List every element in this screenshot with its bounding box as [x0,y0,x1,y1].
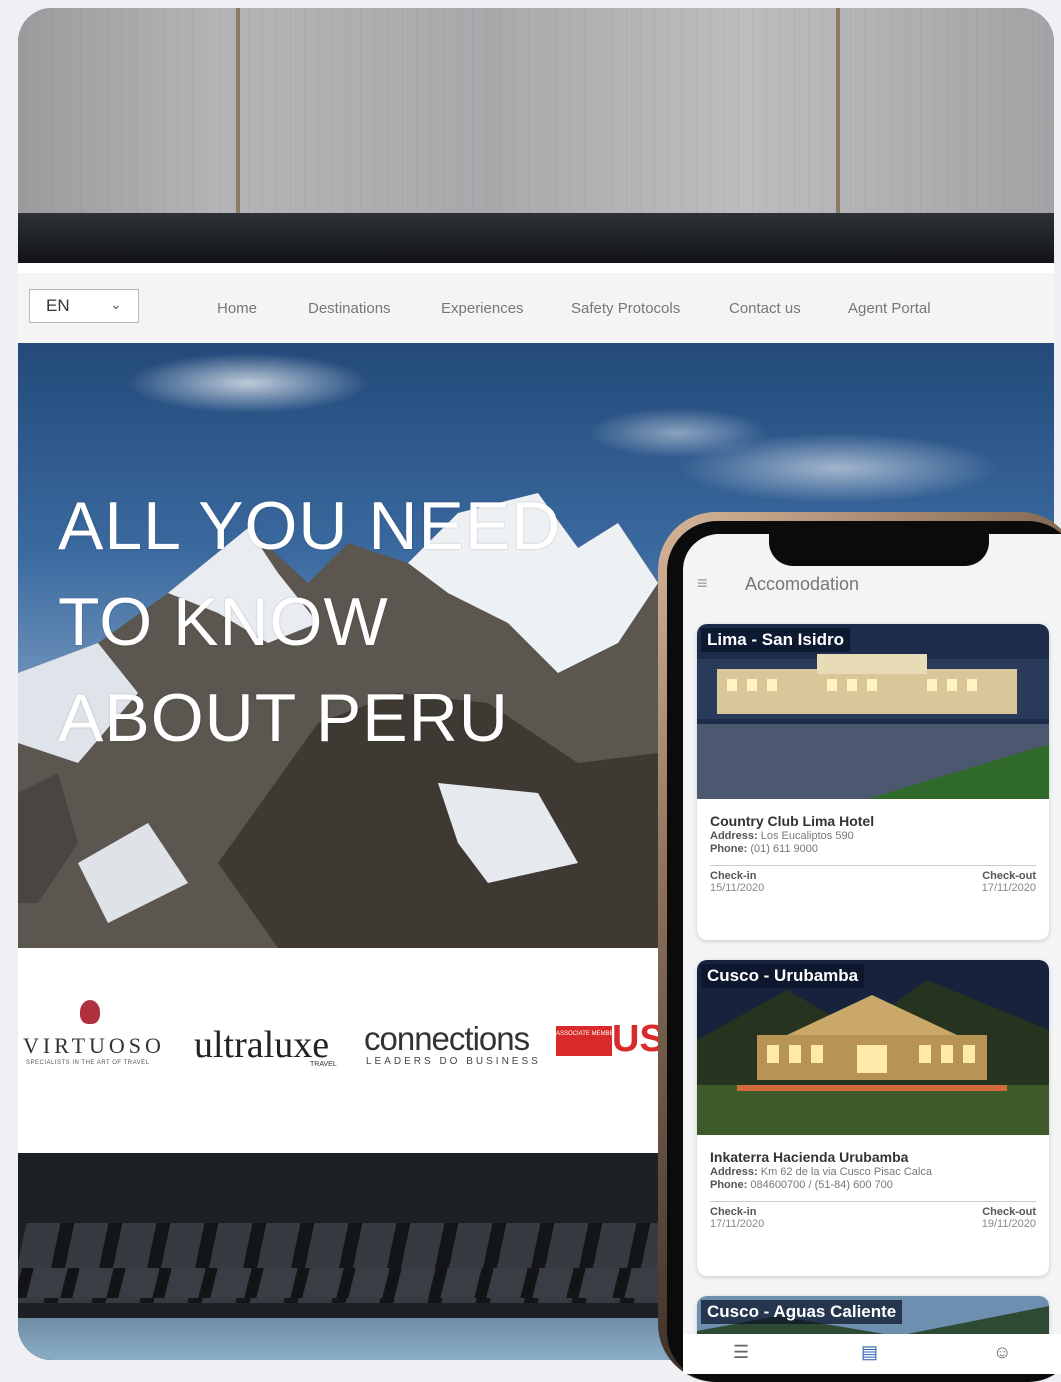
ultraluxe-tagline: TRAVEL [310,1061,337,1068]
checkin-date: 17/11/2020 [710,1218,765,1230]
nav-destinations[interactable]: Destinations [308,300,391,317]
address-label: Address: [710,830,758,842]
hero-title-line: ALL YOU NEED [58,488,562,564]
checkout-label: Check-out [982,1206,1036,1218]
address-row: Address: Km 62 de la via Cusco Pisac Cal… [710,1166,1036,1178]
checkout-date: 17/11/2020 [981,882,1036,894]
address-label: Address: [710,1166,758,1178]
phone-notch [769,534,989,566]
list-icon[interactable]: ☰ [733,1342,749,1363]
hero-title-line: ABOUT PERU [58,680,509,756]
phone-value: 084600700 / (51-84) 600 700 [750,1179,893,1191]
phone-label: Phone: [710,1179,748,1191]
nav-experiences[interactable]: Experiences [441,300,524,317]
nav-safety-protocols[interactable]: Safety Protocols [571,300,680,317]
language-select[interactable]: EN ⌄ [29,289,139,323]
hotel-name: Inkaterra Hacienda Urubamba [710,1149,909,1165]
ultraluxe-logo: ultraluxe [194,1024,330,1066]
connections-logo: connections [364,1020,530,1057]
phone-value: (01) 611 9000 [750,843,819,855]
phone-row: Phone: (01) 611 9000 [710,843,1036,855]
phone-label: Phone: [710,843,748,855]
hotel-name: Country Club Lima Hotel [710,813,875,829]
nav-home[interactable]: Home [217,300,257,317]
asta-logo: US [612,1018,665,1060]
checkin-label: Check-in [710,870,757,882]
nav-contact-us[interactable]: Contact us [729,300,801,317]
checkin-label: Check-in [710,1206,757,1218]
asta-badge: ASSOCIATE MEMBER [556,1026,618,1056]
checkout-date: 19/11/2020 [981,1218,1036,1230]
language-value: EN [46,296,70,315]
plank-seam [836,8,840,213]
address-value: Los Eucaliptos 590 [760,830,854,842]
virtuoso-logo: VIRTUOSO [23,1033,165,1058]
city-tag: Cusco - Urubamba [701,964,865,988]
wood-background [18,8,1054,213]
app-title: Accomodation [745,574,860,594]
accommodation-card[interactable]: Lima - San Isidro Country Club Lima Hote… [697,624,1049,940]
address-row: Address: Los Eucaliptos 590 [710,830,1036,842]
phone-screen: ≡ Accomodation Lima - San Isidro Country… [683,534,1061,1374]
city-tag: Lima - San Isidro [701,628,850,652]
virtuoso-tagline: SPECIALISTS IN THE ART OF TRAVEL [26,1060,150,1066]
plank-seam [236,8,240,213]
site-nav: EN ⌄ Home Destinations Experiences Safet… [18,273,1054,343]
chevron-down-icon: ⌄ [110,296,122,312]
hero-title: ALL YOU NEED TO KNOW ABOUT PERU [58,478,678,766]
address-value: Km 62 de la via Cusco Pisac Calca [760,1166,932,1178]
stay-dates: Check-in 15/11/2020 Check-out 17/11/2020 [710,870,1036,902]
city-tag: Cusco - Aguas Caliente [701,1300,903,1324]
checkin-date: 15/11/2020 [710,882,765,894]
hero-title-line: TO KNOW [58,584,389,660]
card-body: Inkaterra Hacienda Urubamba Address: Km … [697,1135,1049,1238]
divider [710,865,1036,866]
divider [710,1201,1036,1202]
bottom-tab-bar: ☰ ▤ ☺ [683,1334,1061,1374]
profile-icon[interactable]: ☺ [993,1342,1011,1363]
app-header: ≡ Accomodation [683,564,1061,614]
stay-dates: Check-in 17/11/2020 Check-out 19/11/2020 [710,1206,1036,1238]
virtuoso-emblem-icon [80,1000,100,1024]
phone-row: Phone: 084600700 / (51-84) 600 700 [710,1179,1036,1191]
nav-agent-portal[interactable]: Agent Portal [848,300,931,317]
card-body: Country Club Lima Hotel Address: Los Euc… [697,799,1049,902]
connections-tagline: LEADERS DO BUSINESS [366,1056,541,1067]
checkout-label: Check-out [982,870,1036,882]
hamburger-menu-icon[interactable]: ≡ [697,574,715,592]
bed-icon[interactable]: ▤ [861,1342,878,1363]
accommodation-card[interactable]: Cusco - Urubamba Inkaterra Hacienda Urub… [697,960,1049,1276]
laptop-bezel [18,213,1054,263]
